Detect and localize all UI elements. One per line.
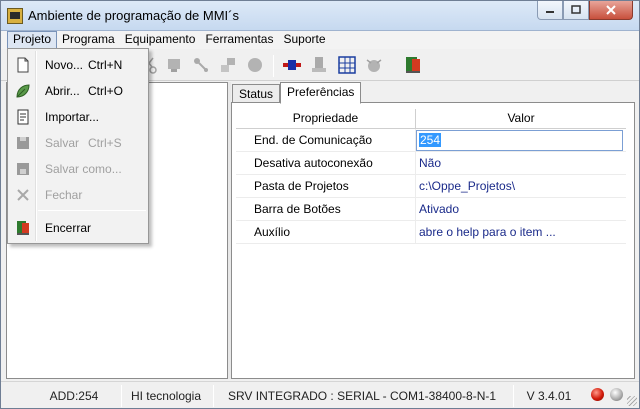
property-value-editor[interactable]: 254	[416, 129, 626, 152]
minimize-icon	[546, 11, 554, 13]
menu-item-shortcut: Ctrl+O	[88, 84, 124, 98]
menu-projeto[interactable]: Projeto	[7, 31, 58, 49]
menu-item-abrir[interactable]: Abrir... Ctrl+O	[10, 79, 146, 103]
close-button[interactable]	[589, 1, 633, 20]
menu-item-shortcut: Ctrl+S	[88, 136, 122, 150]
tab-strip: Status Preferências	[232, 82, 362, 104]
transfer-icon[interactable]	[218, 55, 238, 75]
preferences-panel: Propriedade Valor End. de Comunicação 25…	[231, 102, 635, 379]
tab-preferencias[interactable]: Preferências	[280, 82, 362, 104]
connect-icon[interactable]	[282, 55, 302, 75]
minimize-button[interactable]	[537, 1, 563, 20]
property-value[interactable]: c:\Oppe_Projetos\	[416, 175, 626, 198]
toolbar-separator	[273, 55, 274, 77]
status-version: V 3.4.01	[526, 389, 572, 403]
exit-door-icon[interactable]	[403, 55, 423, 75]
new-file-icon	[17, 57, 29, 73]
property-name: Auxílio	[236, 221, 416, 244]
menu-item-label: Salvar como...	[45, 162, 122, 176]
menu-ferramentas[interactable]: Ferramentas	[200, 31, 278, 49]
status-address: ADD:254	[49, 389, 99, 403]
import-document-icon	[17, 109, 29, 125]
menu-item-fechar[interactable]: Fechar	[10, 183, 146, 207]
menu-item-label: Novo...	[45, 58, 84, 72]
menu-item-encerrar[interactable]: Encerrar	[10, 216, 146, 240]
resize-grip[interactable]	[627, 396, 637, 406]
property-name: Pasta de Projetos	[236, 175, 416, 198]
property-value[interactable]: abre o help para o item ...	[416, 221, 626, 244]
menu-bar: Projeto Programa Equipamento Ferramentas…	[1, 31, 639, 49]
status-divider	[121, 385, 122, 407]
device-icon[interactable]	[309, 55, 329, 75]
debug-icon[interactable]	[364, 55, 384, 75]
property-value[interactable]: Ativado	[416, 198, 626, 221]
menu-separator	[38, 210, 146, 211]
menu-item-salvar[interactable]: Salvar Ctrl+S	[10, 131, 146, 155]
menu-programa[interactable]: Programa	[57, 31, 120, 49]
save-as-icon	[17, 163, 29, 175]
exit-door-icon	[17, 221, 29, 235]
status-divider	[513, 385, 514, 407]
app-icon[interactable]	[7, 8, 23, 24]
table-row[interactable]: Auxílio abre o help para o item ...	[236, 221, 626, 244]
component-icon[interactable]	[164, 55, 184, 75]
close-x-icon	[17, 189, 29, 201]
table-row[interactable]: End. de Comunicação 254	[236, 129, 626, 152]
maximize-icon	[571, 5, 581, 14]
status-connection: SRV INTEGRADO : SERIAL - COM1-38400-8-N-…	[227, 389, 497, 403]
table-row[interactable]: Desativa autoconexão Não	[236, 152, 626, 175]
matrix-icon[interactable]	[337, 55, 357, 75]
record-icon[interactable]	[245, 55, 265, 75]
status-led-red	[591, 388, 604, 401]
column-header-valor[interactable]: Valor	[416, 109, 626, 129]
property-name: Barra de Botões	[236, 198, 416, 221]
save-disk-icon	[17, 137, 29, 149]
status-divider	[213, 385, 214, 407]
window-controls	[537, 1, 633, 21]
menu-item-label: Importar...	[45, 110, 100, 124]
status-company: HI tecnologia	[130, 389, 202, 403]
menu-item-shortcut: Ctrl+N	[88, 58, 123, 72]
menu-item-importar[interactable]: Importar...	[10, 105, 146, 129]
column-header-propriedade[interactable]: Propriedade	[236, 109, 416, 129]
menu-item-salvar-como[interactable]: Salvar como...	[10, 157, 146, 181]
close-icon	[606, 5, 616, 15]
tab-status[interactable]: Status	[232, 84, 281, 104]
status-bar: ADD:254 HI tecnologia SRV INTEGRADO : SE…	[1, 381, 639, 408]
window-title: Ambiente de programação de MMI´s	[28, 8, 239, 23]
property-grid: Propriedade Valor End. de Comunicação 25…	[236, 109, 626, 244]
property-value[interactable]: Não	[416, 152, 626, 175]
status-led-gray	[610, 388, 623, 401]
table-row[interactable]: Pasta de Projetos c:\Oppe_Projetos\	[236, 175, 626, 198]
maximize-button[interactable]	[563, 1, 589, 20]
main-window: Ambiente de programação de MMI´s Projeto…	[0, 0, 640, 409]
menu-equipamento[interactable]: Equipamento	[120, 31, 201, 49]
menu-item-label: Encerrar	[45, 221, 92, 235]
menu-item-novo[interactable]: Novo... Ctrl+N	[10, 53, 146, 77]
link-icon[interactable]	[191, 55, 211, 75]
menu-item-label: Salvar	[45, 136, 80, 150]
projeto-dropdown-menu: Novo... Ctrl+N Abrir... Ctrl+O Importar.…	[7, 48, 149, 244]
open-leaf-icon	[16, 84, 30, 98]
selected-value-text: 254	[419, 133, 442, 147]
end-comunicacao-input[interactable]: 254	[416, 130, 623, 151]
menu-suporte[interactable]: Suporte	[278, 31, 330, 49]
property-name: Desativa autoconexão	[236, 152, 416, 175]
menu-item-label: Abrir...	[45, 84, 80, 98]
grid-header: Propriedade Valor	[236, 109, 626, 129]
property-name: End. de Comunicação	[236, 129, 416, 152]
menu-item-label: Fechar	[45, 188, 83, 202]
title-bar[interactable]: Ambiente de programação de MMI´s	[1, 1, 639, 31]
table-row[interactable]: Barra de Botões Ativado	[236, 198, 626, 221]
